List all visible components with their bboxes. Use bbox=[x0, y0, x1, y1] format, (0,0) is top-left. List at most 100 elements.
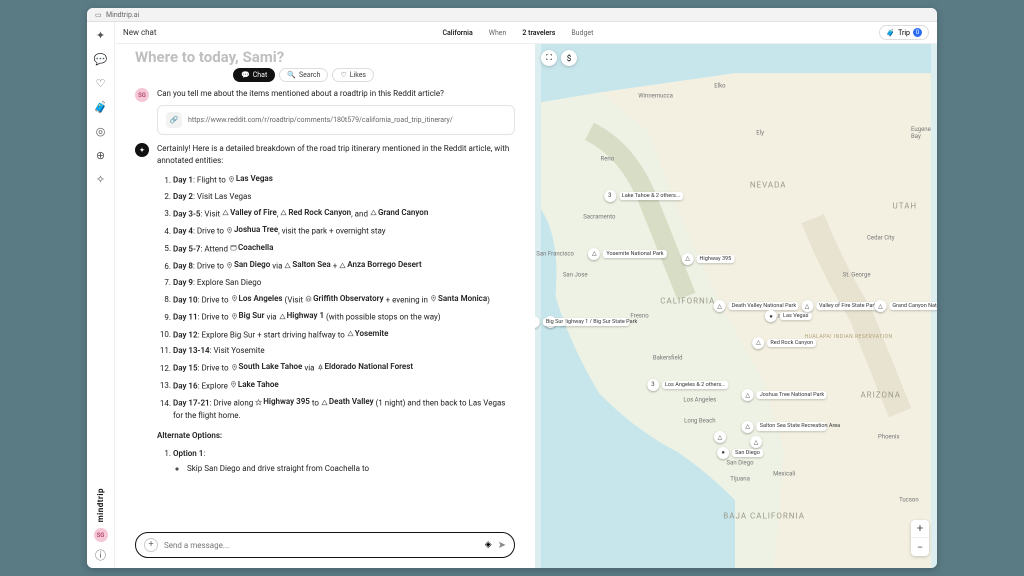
map-city-label: Los Angeles bbox=[683, 397, 716, 404]
entity-chip[interactable]: Red Rock Canyon bbox=[280, 207, 351, 219]
map-poi[interactable]: △Highway 395 bbox=[682, 253, 735, 265]
compass-icon[interactable]: ◎ bbox=[94, 124, 108, 138]
info-icon[interactable]: ⓘ bbox=[94, 548, 108, 562]
entity-chip[interactable]: Salton Sea bbox=[284, 259, 330, 271]
user-message-text: Can you tell me about the items mentione… bbox=[157, 88, 515, 100]
map-poi[interactable]: △ bbox=[750, 436, 762, 448]
map-region-label: Utah bbox=[893, 202, 918, 211]
map-poi[interactable]: 3Lake Tahoe & 2 others... bbox=[604, 190, 683, 202]
map-poi[interactable]: △ bbox=[714, 431, 726, 443]
tab-title: Mindtrip.ai bbox=[106, 11, 139, 19]
chat-icon[interactable]: 💬 bbox=[94, 52, 108, 66]
voice-icon[interactable]: ◈ bbox=[485, 540, 492, 550]
entity-chip[interactable]: San Diego bbox=[226, 259, 270, 271]
map-region-label: Arizona bbox=[860, 391, 901, 400]
message-input[interactable] bbox=[164, 541, 479, 550]
map-poi[interactable]: △Valley of Fire State Park bbox=[801, 300, 880, 312]
map-poi[interactable]: ●Big Sur bbox=[535, 316, 566, 328]
entity-chip[interactable]: South Lake Tahoe bbox=[231, 361, 303, 373]
entity-chip[interactable]: Coachella bbox=[230, 242, 273, 254]
filter-bar: California When 2 travelers Budget bbox=[437, 27, 598, 39]
user-avatar[interactable]: SG bbox=[94, 528, 108, 542]
filter-chip[interactable]: 2 travelers bbox=[517, 27, 560, 39]
map-zoom-control: + − bbox=[911, 520, 929, 556]
brand-label: mindtrip bbox=[96, 488, 105, 522]
map-poi[interactable]: △Yosemite National Park bbox=[588, 248, 666, 260]
entity-chip[interactable]: Joshua Tree bbox=[226, 224, 278, 236]
map-layers-button[interactable]: ⛶ bbox=[541, 50, 557, 66]
send-icon[interactable]: ➤ bbox=[498, 540, 506, 551]
alternate-heading: Alternate Options: bbox=[157, 430, 515, 442]
link-attachment[interactable]: 🔗 https://www.reddit.com/r/roadtrip/comm… bbox=[157, 105, 515, 135]
filter-chip[interactable]: When bbox=[484, 27, 512, 39]
attach-button[interactable]: + bbox=[144, 538, 158, 552]
entity-chip[interactable]: Santa Monica bbox=[430, 293, 487, 305]
add-icon[interactable]: ⊕ bbox=[94, 148, 108, 162]
message-composer[interactable]: + ◈ ➤ bbox=[135, 532, 515, 558]
entity-chip[interactable]: Big Sur bbox=[231, 310, 265, 322]
entity-chip[interactable]: Eldorado National Forest bbox=[317, 361, 414, 373]
trip-button[interactable]: 🧳 Trip 0 bbox=[879, 25, 929, 40]
map-poi[interactable]: ●Las Vegas bbox=[765, 310, 811, 322]
sparkle-icon[interactable]: ✧ bbox=[94, 172, 108, 186]
itinerary-item: Day 17-21: Drive along Highway 395 to De… bbox=[173, 396, 515, 422]
link-url: https://www.reddit.com/r/roadtrip/commen… bbox=[188, 115, 453, 126]
map-city-label: Phoenix bbox=[878, 434, 899, 441]
map-city-label: San Jose bbox=[563, 271, 588, 278]
map-city-label: Winnemucca bbox=[638, 93, 673, 100]
itinerary-item: Day 8: Drive to San Diego via Salton Sea… bbox=[173, 259, 515, 273]
map-panel[interactable]: ⛶ $ + − Nevada Utah California Arizona Baja … bbox=[535, 44, 937, 568]
map-poi[interactable]: ●San Diego bbox=[717, 447, 763, 459]
map-region-label: Baja California bbox=[723, 511, 805, 520]
itinerary-item: Day 10: Drive to Los Angeles (Visit Grif… bbox=[173, 293, 515, 307]
zoom-in-button[interactable]: + bbox=[911, 520, 929, 538]
entity-chip[interactable]: Highway 395 bbox=[255, 396, 310, 408]
alternate-list: Option 1: Skip San Diego and drive strai… bbox=[157, 448, 515, 475]
logo-icon[interactable]: ✦ bbox=[94, 28, 108, 42]
map-city-label: San Francisco bbox=[536, 250, 574, 257]
map-region-label: California bbox=[660, 296, 715, 305]
browser-tab-bar: ▭ Mindtrip.ai bbox=[87, 8, 937, 22]
itinerary-item: Day 1: Flight to Las Vegas bbox=[173, 173, 515, 187]
filter-chip[interactable]: Budget bbox=[566, 27, 598, 39]
map-poi[interactable]: △Joshua Tree National Park bbox=[742, 389, 827, 401]
heart-icon[interactable]: ♡ bbox=[94, 76, 108, 90]
bag-icon[interactable]: 🧳 bbox=[94, 100, 108, 114]
itinerary-item: Day 3-5: Visit Valley of Fire, Red Rock … bbox=[173, 207, 515, 221]
filter-chip[interactable]: California bbox=[437, 27, 477, 39]
zoom-out-button[interactable]: − bbox=[911, 538, 929, 556]
entity-chip[interactable]: Las Vegas bbox=[228, 173, 273, 185]
itinerary-item: Day 2: Visit Las Vegas bbox=[173, 191, 515, 203]
entity-chip[interactable]: Lake Tahoe bbox=[230, 379, 279, 391]
entity-chip[interactable]: Los Angeles bbox=[231, 293, 283, 305]
itinerary-item: Day 4: Drive to Joshua Tree, visit the p… bbox=[173, 224, 515, 238]
tab-icon: ▭ bbox=[95, 11, 103, 19]
entity-chip[interactable]: Grand Canyon bbox=[370, 207, 428, 219]
map-poi[interactable]: △Salton Sea State Recreation Area bbox=[742, 421, 827, 433]
map-region-label: Nevada bbox=[750, 181, 787, 190]
map-poi[interactable]: △Grand Canyon National Park bbox=[874, 300, 937, 312]
map-poi[interactable]: 3Los Angeles & 2 others... bbox=[647, 379, 729, 391]
map-city-label: Mexicali bbox=[773, 470, 795, 477]
itinerary-item: Day 16: Explore Lake Tahoe bbox=[173, 379, 515, 393]
entity-chip[interactable]: Valley of Fire bbox=[222, 207, 277, 219]
entity-chip[interactable]: Highway 1 bbox=[279, 310, 324, 322]
map-currency-button[interactable]: $ bbox=[561, 50, 577, 66]
page-heading: Where to today, Sami? bbox=[115, 44, 535, 68]
search-tab[interactable]: 🔍Search bbox=[279, 68, 328, 82]
search-icon: 🔍 bbox=[287, 71, 296, 79]
entity-chip[interactable]: Anza Borrego Desert bbox=[339, 259, 421, 271]
sidebar: ✦ 💬 ♡ 🧳 ◎ ⊕ ✧ mindtrip SG ⓘ bbox=[87, 22, 115, 568]
likes-tab[interactable]: ♡Likes bbox=[332, 68, 374, 82]
entity-chip[interactable]: Death Valley bbox=[321, 396, 374, 408]
map-city-label: San Diego bbox=[727, 460, 754, 467]
entity-chip[interactable]: Yosemite bbox=[347, 328, 389, 340]
user-avatar-small: SG bbox=[135, 88, 149, 102]
entity-chip[interactable]: Griffith Observatory bbox=[305, 293, 384, 305]
link-icon: 🔗 bbox=[166, 112, 182, 128]
map-city-label: Eugene Bay bbox=[911, 126, 931, 140]
chat-tab[interactable]: 💬Chat bbox=[233, 68, 275, 82]
top-bar: New chat California When 2 travelers Budget… bbox=[115, 22, 937, 44]
itinerary-item: Day 5-7: Attend Coachella bbox=[173, 242, 515, 256]
new-chat-button[interactable]: New chat bbox=[123, 28, 157, 37]
